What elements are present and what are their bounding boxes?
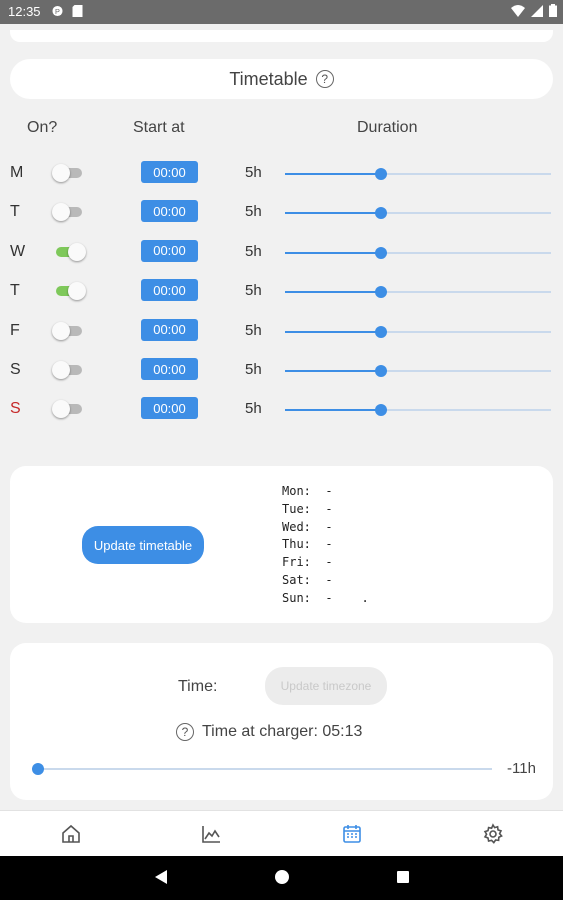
start-time-button[interactable]: 00:00 bbox=[141, 279, 198, 302]
time-label: Time: bbox=[178, 678, 218, 695]
slider-handle[interactable] bbox=[374, 365, 387, 377]
status-bar: 12:35 P bbox=[0, 0, 563, 24]
day-row: T 00:00 5h bbox=[0, 272, 563, 311]
day-row: W 00:00 5h bbox=[0, 233, 563, 272]
battery-icon bbox=[549, 4, 557, 17]
slider-handle[interactable] bbox=[374, 168, 387, 180]
duration-slider[interactable] bbox=[285, 246, 551, 260]
help-icon[interactable]: ? bbox=[176, 723, 194, 741]
chart-icon[interactable] bbox=[200, 823, 222, 845]
home-button-icon[interactable] bbox=[274, 869, 290, 885]
duration-slider[interactable] bbox=[285, 325, 551, 339]
day-label: T bbox=[10, 203, 20, 221]
day-row: S 00:00 5h bbox=[0, 390, 563, 429]
day-toggle[interactable] bbox=[52, 282, 86, 301]
bottom-navigation bbox=[0, 810, 563, 856]
duration-value: 5h bbox=[245, 203, 262, 221]
start-time-button[interactable]: 00:00 bbox=[141, 161, 198, 183]
duration-slider[interactable] bbox=[285, 206, 551, 220]
day-toggle[interactable] bbox=[52, 321, 84, 340]
day-row: F 00:00 5h bbox=[0, 312, 563, 351]
summary-line: Thu: - bbox=[282, 537, 333, 552]
day-row: T 00:00 5h bbox=[0, 193, 563, 232]
start-time-button[interactable]: 00:00 bbox=[141, 318, 198, 341]
timezone-offset-slider[interactable] bbox=[32, 762, 492, 776]
start-time-button[interactable]: 00:00 bbox=[141, 200, 198, 223]
slider-handle[interactable] bbox=[374, 286, 387, 299]
start-time-button[interactable]: 00:00 bbox=[141, 239, 198, 262]
charger-time-text: Time at charger: 05:13 bbox=[202, 723, 363, 740]
day-label: W bbox=[10, 242, 26, 260]
day-toggle[interactable] bbox=[52, 242, 86, 261]
column-header-start: Start at bbox=[133, 119, 185, 136]
time-card: Time: Update timezone ? Time at charger:… bbox=[10, 643, 553, 800]
summary-line: Wed: - bbox=[282, 519, 333, 534]
summary-line: Sun: - . bbox=[282, 590, 369, 605]
summary-line: Tue: - bbox=[282, 501, 333, 516]
signal-icon bbox=[531, 4, 543, 17]
update-timetable-button[interactable]: Update timetable bbox=[82, 526, 204, 564]
duration-value: 5h bbox=[245, 282, 262, 300]
help-icon[interactable]: ? bbox=[315, 70, 334, 88]
back-icon[interactable] bbox=[154, 869, 168, 885]
timetable-summary-card: Update timetable Mon: - Tue: - Wed: - Th… bbox=[10, 466, 553, 623]
duration-slider[interactable] bbox=[285, 364, 551, 378]
system-navigation-bar bbox=[0, 856, 563, 900]
svg-text:P: P bbox=[55, 7, 60, 16]
slider-handle[interactable] bbox=[374, 207, 387, 220]
status-time: 12:35 bbox=[8, 4, 41, 19]
duration-value: 5h bbox=[245, 321, 262, 339]
day-toggle[interactable] bbox=[52, 400, 84, 419]
duration-slider[interactable] bbox=[285, 167, 551, 181]
slider-handle[interactable] bbox=[374, 246, 387, 259]
summary-line: Sat: - bbox=[282, 572, 333, 587]
day-toggle[interactable] bbox=[52, 164, 84, 182]
day-row: M 00:00 5h bbox=[0, 154, 563, 193]
day-row: S 00:00 5h bbox=[0, 351, 563, 390]
page-title: Timetable bbox=[229, 68, 308, 89]
day-label: S bbox=[10, 400, 21, 418]
calendar-icon[interactable] bbox=[341, 823, 363, 845]
duration-value: 5h bbox=[245, 400, 262, 418]
timezone-offset-value: -11h bbox=[507, 760, 536, 777]
summary-line: Mon: - bbox=[282, 484, 333, 498]
column-header-on: On? bbox=[27, 119, 58, 136]
recents-icon[interactable] bbox=[396, 869, 410, 885]
charger-time-row: ? Time at charger: 05:13 bbox=[176, 723, 362, 741]
start-time-button[interactable]: 00:00 bbox=[141, 358, 198, 380]
slider-handle[interactable] bbox=[32, 763, 44, 775]
update-timezone-button[interactable]: Update timezone bbox=[265, 667, 387, 705]
notification-p-icon: P bbox=[52, 5, 63, 17]
day-toggle[interactable] bbox=[52, 361, 84, 379]
day-toggle[interactable] bbox=[52, 203, 84, 222]
day-label: F bbox=[10, 321, 20, 339]
sd-card-icon bbox=[72, 5, 83, 17]
timetable-summary: Mon: - Tue: - Wed: - Thu: - Fri: - Sat: … bbox=[282, 483, 369, 608]
duration-value: 5h bbox=[245, 361, 262, 378]
slider-handle[interactable] bbox=[374, 404, 387, 417]
previous-card-edge bbox=[10, 30, 553, 42]
settings-icon[interactable] bbox=[482, 823, 504, 845]
start-time-button[interactable]: 00:00 bbox=[141, 397, 198, 420]
wifi-icon bbox=[511, 4, 525, 17]
day-label: S bbox=[10, 361, 21, 378]
duration-slider[interactable] bbox=[285, 285, 551, 299]
column-header-duration: Duration bbox=[357, 119, 418, 136]
duration-value: 5h bbox=[245, 242, 262, 260]
timetable-title-bar: Timetable ? bbox=[10, 59, 553, 99]
day-label: T bbox=[10, 282, 20, 300]
home-icon[interactable] bbox=[60, 823, 82, 845]
slider-handle[interactable] bbox=[374, 325, 387, 338]
duration-value: 5h bbox=[245, 164, 262, 181]
day-label: M bbox=[10, 164, 24, 181]
summary-line: Fri: - bbox=[282, 555, 333, 570]
duration-slider[interactable] bbox=[285, 403, 551, 417]
